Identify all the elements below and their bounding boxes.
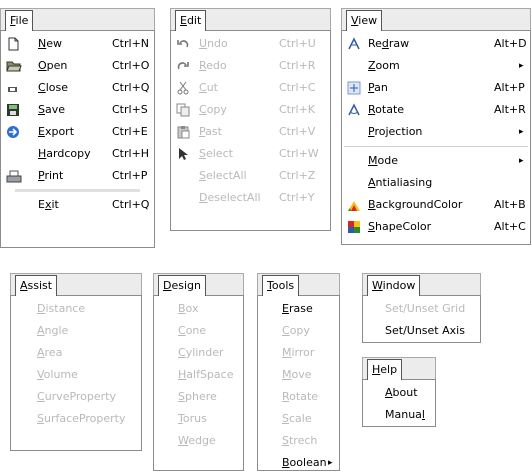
view-pan-item[interactable]: Pan Alt+P xyxy=(342,77,530,99)
edit-copy-item[interactable]: Copy Ctrl+K xyxy=(171,99,330,121)
edit-menu-title[interactable]: Edit xyxy=(170,8,331,31)
edit-deselectall-item[interactable]: DeselectAll Ctrl+Y xyxy=(171,187,330,209)
close-icon xyxy=(6,81,20,95)
tools-strech-item[interactable]: Strech xyxy=(258,430,339,452)
tools-rotate-item[interactable]: Rotate xyxy=(258,386,339,408)
design-wedge-item[interactable]: Wedge xyxy=(154,430,243,452)
edit-selectall-item[interactable]: SelectAll Ctrl+Z xyxy=(171,165,330,187)
paste-icon xyxy=(176,125,190,139)
file-menu-panel: New Ctrl+N Open Ctrl+O Close Ctrl+Q Save… xyxy=(0,30,155,248)
help-menu-title[interactable]: Help xyxy=(362,357,436,380)
design-box-item[interactable]: Box xyxy=(154,298,243,320)
redraw-icon xyxy=(347,37,361,51)
edit-paste-item[interactable]: Past Ctrl+V xyxy=(171,121,330,143)
file-separator xyxy=(15,189,140,192)
tools-scale-item[interactable]: Scale xyxy=(258,408,339,430)
window-set-unset-axis-item[interactable]: Set/Unset Axis xyxy=(363,320,480,342)
scissors-icon xyxy=(176,81,190,95)
edit-undo-item[interactable]: Undo Ctrl+U xyxy=(171,33,330,55)
design-menu-title[interactable]: Design xyxy=(153,273,244,296)
edit-menu-panel: Undo Ctrl+U Redo Ctrl+R Cut Ctrl+C Copy … xyxy=(170,30,331,231)
background-color-icon xyxy=(347,198,361,212)
view-menu-panel: Redraw Alt+D Zoom ▸ Pan Alt+P Rotate Alt… xyxy=(341,30,531,245)
view-menu-title[interactable]: View xyxy=(341,8,531,31)
file-menu: File New Ctrl+N Open Ctrl+O Close Ctrl+Q… xyxy=(0,8,155,248)
open-folder-icon xyxy=(6,59,22,73)
assist-distance-item[interactable]: Distance xyxy=(11,298,141,320)
file-new-item[interactable]: New Ctrl+N xyxy=(1,33,154,55)
select-cursor-icon xyxy=(176,147,190,161)
file-close-item[interactable]: Close Ctrl+Q xyxy=(1,77,154,99)
view-separator xyxy=(344,146,528,147)
design-cylinder-item[interactable]: Cylinder xyxy=(154,342,243,364)
submenu-arrow-icon: ▸ xyxy=(519,61,524,71)
tools-menu-panel: Erase Copy Mirror Move Rotate Scale Stre… xyxy=(257,295,340,471)
tools-copy-item[interactable]: Copy xyxy=(258,320,339,342)
view-redraw-item[interactable]: Redraw Alt+D xyxy=(342,33,530,55)
view-zoom-item[interactable]: Zoom ▸ xyxy=(342,55,530,77)
file-open-item[interactable]: Open Ctrl+O xyxy=(1,55,154,77)
floppy-disk-icon xyxy=(6,103,20,117)
window-menu-panel: Set/Unset Grid Set/Unset Axis xyxy=(362,295,481,343)
assist-angle-item[interactable]: Angle xyxy=(11,320,141,342)
new-document-icon xyxy=(6,37,20,51)
redo-icon xyxy=(176,59,190,73)
assist-curveproperty-item[interactable]: CurveProperty xyxy=(11,386,141,408)
view-mode-item[interactable]: Mode ▸ xyxy=(342,150,530,172)
design-menu-panel: Box Cone Cylinder HalfSpace Sphere Torus… xyxy=(153,295,244,471)
help-about-item[interactable]: About xyxy=(363,382,435,404)
view-rotate-item[interactable]: Rotate Alt+R xyxy=(342,99,530,121)
edit-cut-item[interactable]: Cut Ctrl+C xyxy=(171,77,330,99)
file-exit-item[interactable]: Exit Ctrl+Q xyxy=(1,194,154,216)
submenu-arrow-icon: ▸ xyxy=(519,127,524,137)
file-hardcopy-item[interactable]: Hardcopy Ctrl+H xyxy=(1,143,154,165)
undo-icon xyxy=(176,37,190,51)
assist-surfaceproperty-item[interactable]: SurfaceProperty xyxy=(11,408,141,430)
shape-color-icon xyxy=(347,220,361,234)
assist-menu: Assist Distance Angle Area Volume CurveP… xyxy=(10,273,142,451)
window-menu: Window Set/Unset Grid Set/Unset Axis xyxy=(362,273,481,343)
file-menu-title[interactable]: File xyxy=(0,8,155,31)
copy-icon xyxy=(176,103,190,117)
view-projection-item[interactable]: Projection ▸ xyxy=(342,121,530,143)
help-menu: Help About Manual xyxy=(362,357,436,427)
view-antialiasing-item[interactable]: Antialiasing xyxy=(342,172,530,194)
file-print-item[interactable]: Print Ctrl+P xyxy=(1,165,154,187)
tools-boolean-item[interactable]: Boolean ▸ xyxy=(258,452,339,474)
assist-menu-panel: Distance Angle Area Volume CurveProperty… xyxy=(10,295,142,451)
submenu-arrow-icon: ▸ xyxy=(328,458,333,468)
export-icon xyxy=(6,125,20,139)
assist-menu-title[interactable]: Assist xyxy=(10,273,142,296)
design-cone-item[interactable]: Cone xyxy=(154,320,243,342)
help-manual-item[interactable]: Manual xyxy=(363,404,435,426)
assist-volume-item[interactable]: Volume xyxy=(11,364,141,386)
file-save-item[interactable]: Save Ctrl+S xyxy=(1,99,154,121)
design-torus-item[interactable]: Torus xyxy=(154,408,243,430)
help-menu-panel: About Manual xyxy=(362,379,436,427)
edit-redo-item[interactable]: Redo Ctrl+R xyxy=(171,55,330,77)
tools-erase-item[interactable]: Erase xyxy=(258,298,339,320)
view-menu: View Redraw Alt+D Zoom ▸ Pan Alt+P Rotat… xyxy=(341,8,531,245)
printer-icon xyxy=(6,170,22,184)
assist-area-item[interactable]: Area xyxy=(11,342,141,364)
view-backgroundcolor-item[interactable]: BackgroundColor Alt+B xyxy=(342,194,530,216)
window-menu-title[interactable]: Window xyxy=(362,273,481,296)
rotate-icon xyxy=(347,103,361,117)
tools-mirror-item[interactable]: Mirror xyxy=(258,342,339,364)
view-shapecolor-item[interactable]: ShapeColor Alt+C xyxy=(342,216,530,238)
file-export-item[interactable]: Export Ctrl+E xyxy=(1,121,154,143)
design-menu: Design Box Cone Cylinder HalfSpace Spher… xyxy=(153,273,244,471)
design-halfspace-item[interactable]: HalfSpace xyxy=(154,364,243,386)
submenu-arrow-icon: ▸ xyxy=(519,156,524,166)
pan-icon xyxy=(347,81,361,95)
design-sphere-item[interactable]: Sphere xyxy=(154,386,243,408)
edit-select-item[interactable]: Select Ctrl+W xyxy=(171,143,330,165)
window-set-unset-grid-item[interactable]: Set/Unset Grid xyxy=(363,298,480,320)
tools-move-item[interactable]: Move xyxy=(258,364,339,386)
edit-menu: Edit Undo Ctrl+U Redo Ctrl+R Cut Ctrl+C … xyxy=(170,8,331,231)
tools-menu: Tools Erase Copy Mirror Move Rotate Scal… xyxy=(257,273,340,471)
tools-menu-title[interactable]: Tools xyxy=(257,273,340,296)
